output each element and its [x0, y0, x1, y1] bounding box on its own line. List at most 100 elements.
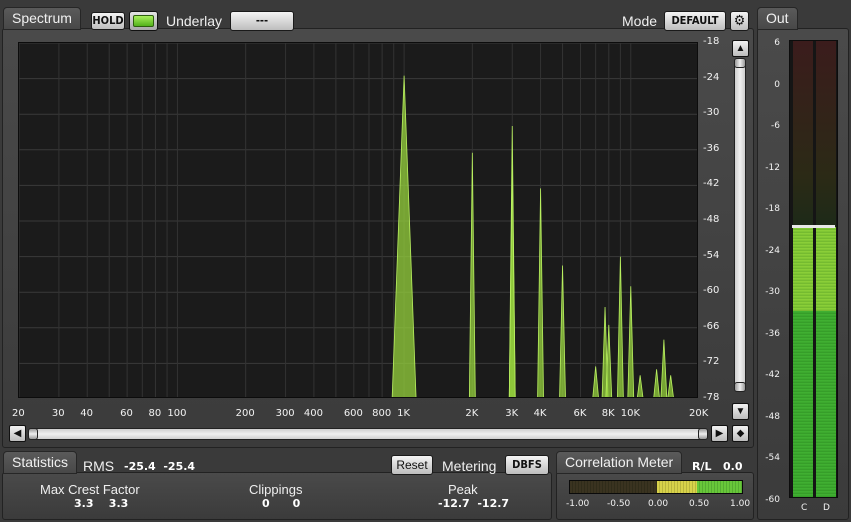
meter-channel-right: [816, 41, 836, 497]
correlation-scale-label: 0.00: [648, 499, 669, 509]
correlation-scale-label: -0.50: [607, 499, 631, 509]
correlation-rl-value: 0.0: [723, 460, 743, 473]
reset-button[interactable]: Reset: [391, 455, 433, 475]
spectrum-peak: [391, 75, 417, 397]
correlation-fill-yellow: [657, 481, 697, 493]
hold-button[interactable]: HOLD: [91, 12, 125, 30]
hold-indicator-led: [133, 15, 154, 27]
scroll-right-button[interactable]: ▶: [711, 425, 728, 442]
correlation-meter-bar: [569, 480, 743, 494]
metering-label: Metering: [442, 458, 497, 474]
y-tick-label: -60: [703, 285, 720, 297]
clippings-values: 0 0: [262, 497, 301, 510]
out-tab: Out: [757, 7, 798, 30]
correlation-scale-label: 0.50: [689, 499, 710, 509]
x-tick-label: 30: [51, 408, 65, 419]
x-tick-label: 10K: [620, 408, 641, 419]
y-tick-label: -18: [703, 36, 720, 47]
y-tick-label: -78: [703, 392, 720, 403]
out-scale-label: 0: [774, 79, 780, 90]
out-scale-label: -48: [765, 411, 780, 422]
max-crest-factor-label: Max Crest Factor: [40, 482, 140, 497]
clippings-label: Clippings: [249, 482, 303, 497]
correlation-fill-green: [697, 481, 742, 493]
x-tick-label: 6K: [573, 408, 587, 419]
spectrum-peak: [660, 339, 668, 397]
horizontal-scroll-track[interactable]: [28, 428, 708, 440]
spectrum-peak: [636, 375, 644, 397]
settings-gear-icon[interactable]: ⚙: [730, 11, 749, 31]
correlation-scale-fill-dark: [570, 481, 657, 493]
max-crest-factor-values: 3.3 3.3: [74, 497, 129, 510]
horizontal-scroll-thumb-end[interactable]: [698, 428, 708, 440]
correlation-scale-label: 1.00: [730, 499, 751, 509]
y-tick-label: -24: [703, 71, 720, 83]
out-scale-label: -54: [765, 453, 780, 463]
meter-fill-right-lower: [816, 311, 836, 497]
zoom-reset-button[interactable]: ◆: [732, 425, 749, 442]
spectrum-peak: [667, 375, 674, 397]
vertical-scroll-thumb-end[interactable]: [734, 382, 746, 392]
spectrum-peak: [537, 188, 544, 397]
out-scale-label: -24: [765, 245, 780, 256]
scroll-up-button[interactable]: ▲: [732, 40, 749, 57]
out-scale-label: 6: [774, 38, 780, 48]
out-scale-label: -18: [765, 204, 780, 214]
meter-channel-left: [793, 41, 813, 497]
hold-toggle[interactable]: [129, 11, 158, 31]
vertical-scroll-track[interactable]: [734, 58, 746, 392]
horizontal-scroll-thumb[interactable]: [28, 428, 38, 440]
y-tick-label: -72: [703, 356, 720, 368]
x-tick-label: 20K: [689, 408, 709, 419]
x-tick-label: 40: [80, 408, 93, 419]
out-scale-label: -42: [765, 370, 780, 380]
spectrum-peak: [653, 369, 660, 397]
out-scale-label: -6: [771, 121, 780, 131]
spectrum-peak: [468, 152, 476, 397]
spectrum-peak: [592, 366, 599, 397]
output-level-meter: [789, 40, 838, 498]
x-tick-label: 80: [148, 408, 162, 419]
y-tick-label: -48: [703, 214, 720, 225]
statistics-tab: Statistics: [3, 451, 78, 474]
x-tick-label: 600: [343, 408, 363, 419]
peak-values: -12.7 -12.7: [438, 497, 510, 510]
scroll-down-button[interactable]: ▼: [732, 403, 749, 420]
meter-peak-hold-line: [792, 225, 835, 228]
meter-channel-label-d: D: [823, 503, 830, 513]
rms-values: -25.4 -25.4: [124, 460, 196, 473]
out-scale-label: -36: [765, 328, 780, 339]
mode-label: Mode: [622, 13, 658, 29]
x-tick-label: 60: [120, 408, 133, 419]
x-tick-label: 400: [303, 408, 323, 419]
y-tick-label: -30: [703, 107, 720, 119]
out-scale-label: -30: [765, 287, 780, 297]
out-scale-label: -12: [765, 162, 780, 173]
spectrum-plot[interactable]: [18, 42, 698, 398]
mode-dropdown[interactable]: DEFAULT: [664, 11, 726, 31]
x-tick-label: 800: [372, 408, 392, 419]
y-tick-label: -54: [703, 249, 720, 261]
scroll-left-button[interactable]: ◀: [9, 425, 26, 442]
spectrum-svg: [19, 43, 697, 397]
x-tick-label: 100: [167, 408, 187, 419]
correlation-rl-label: R/L: [692, 460, 712, 473]
metering-dropdown[interactable]: DBFS: [505, 455, 549, 475]
vertical-scroll-thumb[interactable]: [734, 58, 746, 68]
spectrum-peak: [627, 286, 635, 397]
x-tick-label: 200: [235, 408, 255, 419]
y-tick-label: -66: [703, 320, 720, 332]
rms-label: RMS: [83, 458, 115, 474]
x-tick-label: 20: [12, 408, 25, 419]
peak-label: Peak: [448, 482, 478, 497]
meter-fill-left-lower: [793, 311, 813, 497]
x-tick-label: 300: [275, 408, 295, 419]
x-tick-label: 3K: [505, 408, 519, 419]
x-tick-label: 1K: [397, 408, 411, 419]
correlation-tab: Correlation Meter: [556, 451, 683, 474]
spectrum-tab[interactable]: Spectrum: [3, 7, 81, 30]
correlation-scale-label: -1.00: [566, 499, 590, 509]
y-tick-label: -36: [703, 142, 720, 154]
spectrum-peak: [559, 265, 566, 397]
underlay-dropdown[interactable]: ---: [230, 11, 294, 31]
